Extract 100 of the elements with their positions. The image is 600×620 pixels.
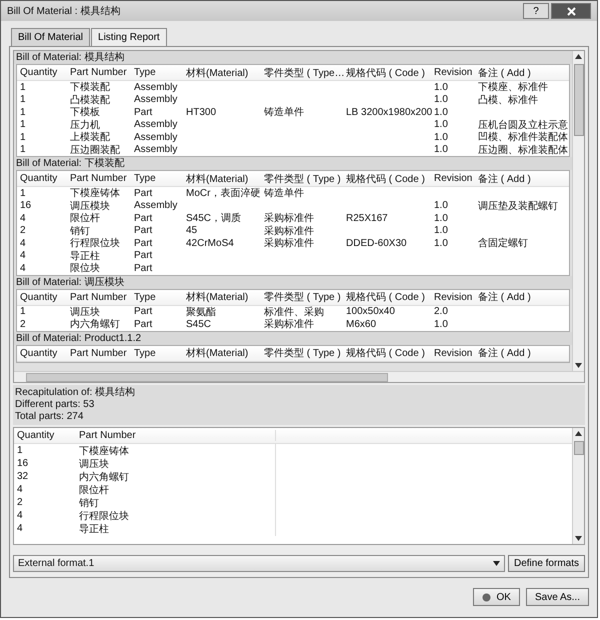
column-header[interactable]: 材料(Material) xyxy=(183,66,261,80)
section-title: Bill of Material: 模具结构 xyxy=(14,51,572,64)
table-cell: MoCr，表面淬硬 xyxy=(186,188,260,200)
scroll-thumb[interactable] xyxy=(574,64,584,136)
table-cell: 16 xyxy=(17,458,28,469)
help-button[interactable]: ? xyxy=(523,3,549,19)
column-header[interactable]: Quantity xyxy=(17,348,67,358)
column-header[interactable]: Revision xyxy=(431,67,475,78)
table-cell: 4 xyxy=(17,484,23,495)
ok-button[interactable]: OK xyxy=(472,588,520,606)
vertical-scrollbar[interactable] xyxy=(572,51,584,371)
column-header[interactable]: 材料(Material) xyxy=(183,172,261,186)
column-header[interactable]: 零件类型 ( Type ) xyxy=(261,172,343,186)
column-header[interactable]: 零件类型 ( Type… xyxy=(261,66,343,80)
save-as-button[interactable]: Save As... xyxy=(526,588,589,606)
section-title: Bill of Material: Product1.1.2 xyxy=(14,332,572,344)
table-cell: 1 xyxy=(20,106,26,118)
column-header[interactable]: 材料(Material) xyxy=(183,346,261,360)
table-cell: 45 xyxy=(186,225,198,236)
column-header[interactable]: Revision xyxy=(431,173,475,184)
table-cell: 调压块 xyxy=(70,306,100,318)
table-cell: M6x60 xyxy=(346,318,376,330)
column-header[interactable]: 规格代码 ( Code ) xyxy=(343,290,431,304)
vertical-scrollbar[interactable] xyxy=(572,428,584,544)
column-header[interactable]: Type xyxy=(131,292,183,302)
table-cell: 采购标准件 xyxy=(264,238,314,250)
column-header[interactable]: Part Number xyxy=(76,430,276,441)
close-button[interactable] xyxy=(551,3,591,19)
column-header[interactable]: 零件类型 ( Type ) xyxy=(261,346,343,360)
table-cell: DDED-60X30 xyxy=(346,238,407,249)
define-formats-button[interactable]: Define formats xyxy=(508,555,585,572)
table-cell: 1.0 xyxy=(434,238,448,249)
column-header[interactable]: Part Number xyxy=(67,292,131,302)
table-cell: 内六角螺钉 xyxy=(79,472,129,482)
column-header[interactable]: 备注 ( Add ) xyxy=(475,346,569,360)
column-header[interactable]: Quantity xyxy=(17,67,67,78)
scroll-up-icon[interactable] xyxy=(575,54,582,59)
column-header[interactable]: 零件类型 ( Type ) xyxy=(261,290,343,304)
table-cell: S45C xyxy=(186,318,212,330)
format-dropdown[interactable]: External format.1 xyxy=(13,555,505,572)
table-cell: Part xyxy=(134,106,152,118)
table-cell: 聚氨酯 xyxy=(186,306,216,318)
table-cell: 下模板 xyxy=(70,107,100,118)
scroll-down-icon[interactable] xyxy=(575,363,582,368)
column-header[interactable]: Quantity xyxy=(17,173,67,184)
column-header[interactable]: Quantity xyxy=(17,292,67,302)
column-header[interactable]: Revision xyxy=(431,292,475,302)
tab[interactable]: Bill Of Material xyxy=(11,28,90,46)
dropdown-caret-icon xyxy=(492,561,500,566)
table-cell: Part xyxy=(134,318,152,330)
column-header[interactable]: 备注 ( Add ) xyxy=(475,172,569,186)
column-header[interactable]: 备注 ( Add ) xyxy=(475,290,569,304)
table-cell: 压边圈、标准装配体 xyxy=(478,144,568,156)
table-cell: 1.0 xyxy=(434,225,448,236)
table-cell: 4 xyxy=(17,510,23,521)
scroll-down-icon[interactable] xyxy=(575,536,582,541)
column-header[interactable]: Part Number xyxy=(67,67,131,78)
table-cell: 上模装配 xyxy=(70,132,110,144)
table-cell: 2 xyxy=(20,225,26,236)
column-header[interactable]: 规格代码 ( Code ) xyxy=(343,172,431,186)
table-cell: 限位块 xyxy=(70,263,100,274)
table-cell: 1.0 xyxy=(434,318,448,330)
table-cell: Part xyxy=(134,250,152,262)
column-header[interactable]: 规格代码 ( Code ) xyxy=(343,66,431,80)
table-cell: 4 xyxy=(20,250,26,262)
table-cell: 压机台圆及立柱示意 xyxy=(478,120,568,131)
recap-title: Recapitulation of: 模具结构 xyxy=(15,387,136,399)
column-header[interactable]: Type xyxy=(131,67,183,78)
column-header[interactable]: Part Number xyxy=(67,348,131,358)
table-cell: 2 xyxy=(20,318,26,330)
column-header[interactable]: Part Number xyxy=(67,173,131,184)
tab[interactable]: Listing Report xyxy=(91,28,167,46)
table-cell: 销钉 xyxy=(70,226,90,237)
column-header[interactable]: Revision xyxy=(431,348,475,358)
column-header[interactable]: Type xyxy=(131,173,183,184)
scroll-thumb[interactable] xyxy=(26,372,388,382)
scroll-up-icon[interactable] xyxy=(575,431,582,436)
table-cell: 含固定螺钉 xyxy=(478,238,528,250)
table-cell: 2 xyxy=(17,497,23,508)
table-cell: 调压模块 xyxy=(70,200,110,212)
scroll-thumb[interactable] xyxy=(574,441,584,455)
column-header[interactable]: 规格代码 ( Code ) xyxy=(343,346,431,360)
section-title: Bill of Material: 下模装配 xyxy=(14,157,572,170)
table-cell: Assembly xyxy=(134,132,178,143)
table-cell: 1.0 xyxy=(434,82,448,93)
table-cell: 2.0 xyxy=(434,306,448,318)
table-cell: 1 xyxy=(20,188,26,199)
column-header[interactable]: 备注 ( Add ) xyxy=(475,66,569,80)
table-cell: 1 xyxy=(20,144,26,156)
column-header[interactable]: Quantity xyxy=(14,430,76,441)
column-header[interactable]: Type xyxy=(131,348,183,358)
table-cell: 32 xyxy=(17,471,28,482)
table-cell: Part xyxy=(134,262,152,274)
column-header[interactable]: 材料(Material) xyxy=(183,290,261,304)
horizontal-scrollbar[interactable] xyxy=(14,371,584,382)
table-cell: 1.0 xyxy=(434,94,448,106)
table-cell: 导正柱 xyxy=(70,250,100,262)
table-cell: Part xyxy=(134,225,152,236)
table-cell: 导正柱 xyxy=(79,524,109,534)
table-cell: 1 xyxy=(20,94,26,106)
